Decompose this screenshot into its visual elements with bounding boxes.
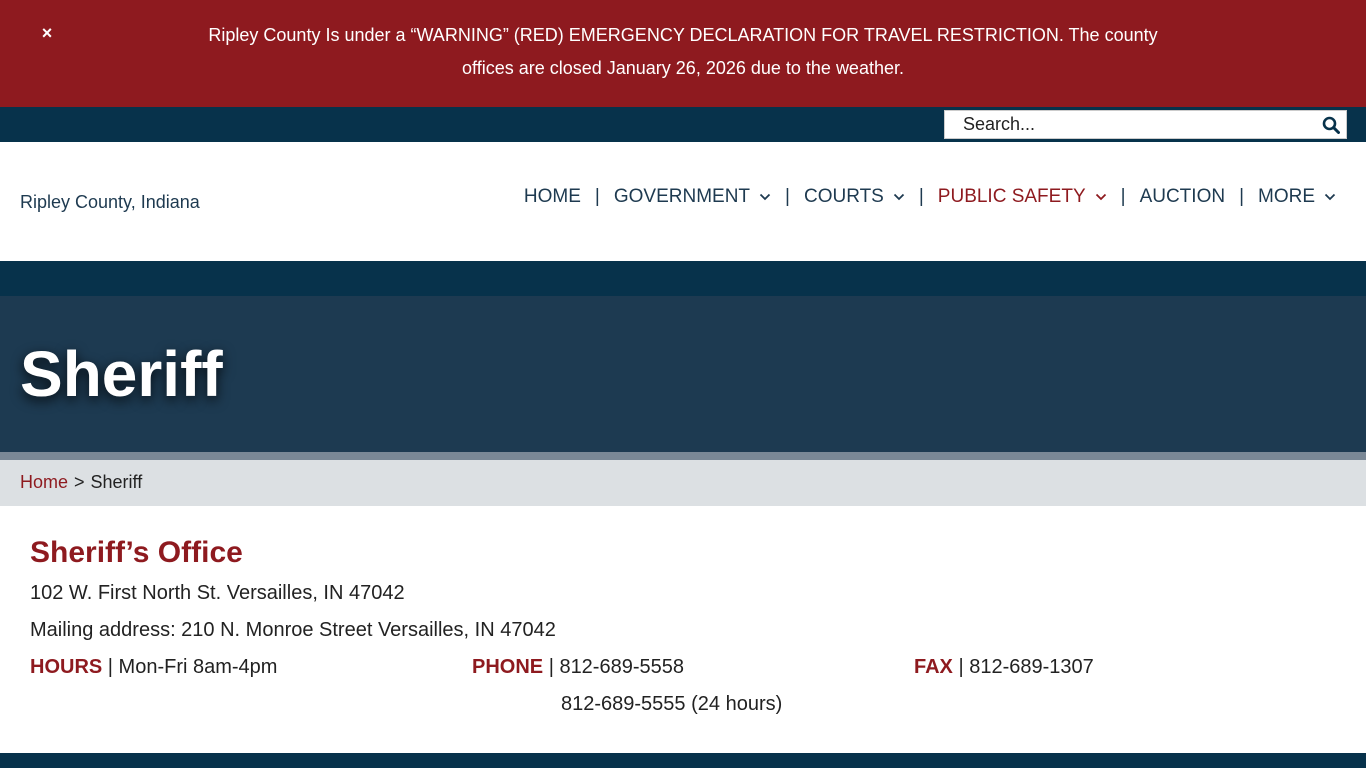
header-stripe <box>0 261 1366 296</box>
phone-label: PHONE <box>472 656 544 678</box>
nav-item-label: GOVERNMENT <box>613 186 751 207</box>
nav-item-label: PUBLIC SAFETY <box>937 186 1086 207</box>
nav-item-courts[interactable]: COURTS <box>804 186 905 208</box>
nav-item-government[interactable]: GOVERNMENT <box>614 186 771 208</box>
logo-alt-text: Ripley County, Indiana <box>20 192 200 212</box>
footer-bar <box>0 753 1366 768</box>
nav-item-auction[interactable]: AUCTION <box>1140 186 1226 208</box>
search-icon[interactable] <box>1322 116 1340 134</box>
nav-separator: | <box>594 186 600 207</box>
office-heading: Sheriff’s Office <box>30 536 243 569</box>
page-title: Sheriff <box>20 338 223 410</box>
breadcrumb-separator: > <box>74 472 85 492</box>
nav-separator: | <box>1120 186 1126 207</box>
search-box <box>944 110 1347 139</box>
hours-label: HOURS <box>30 656 103 678</box>
fax-info: FAX | 812-689-1307 <box>914 656 1094 679</box>
phone-info: PHONE | 812-689-5558 <box>472 656 684 679</box>
phone-value-24h[interactable]: 812-689-5555 (24 hours) <box>561 693 782 716</box>
nav-item-label: AUCTION <box>1139 186 1226 207</box>
nav-item-more[interactable]: MORE <box>1258 186 1336 208</box>
nav-item-public-safety[interactable]: PUBLIC SAFETY <box>938 186 1107 208</box>
breadcrumb-home-link[interactable]: Home <box>20 472 68 492</box>
fax-value: | 812-689-1307 <box>958 656 1094 678</box>
office-address: 102 W. First North St. Versailles, IN 47… <box>30 582 405 604</box>
nav-item-label: MORE <box>1258 186 1315 207</box>
hours-info: HOURS | Mon-Fri 8am-4pm <box>30 656 277 679</box>
site-logo[interactable]: Ripley County, Indiana <box>20 192 200 213</box>
nav-item-label: HOME <box>523 186 581 207</box>
breadcrumb-current: Sheriff <box>90 472 143 492</box>
search-input[interactable] <box>945 111 1305 138</box>
page-hero: Sheriff <box>0 296 1366 452</box>
emergency-alert-bar: × Ripley County Is under a “WARNING” (RE… <box>0 0 1366 107</box>
hours-value: | Mon-Fri 8am-4pm <box>107 656 278 678</box>
nav-item-label: COURTS <box>803 186 884 207</box>
alert-message: Ripley County Is under a “WARNING” (RED)… <box>208 25 1158 78</box>
chevron-down-icon <box>759 193 771 201</box>
close-alert-button[interactable]: × <box>37 22 57 44</box>
fax-label: FAX <box>914 656 953 678</box>
nav-item-home[interactable]: HOME <box>524 186 581 208</box>
hero-divider <box>0 452 1366 460</box>
top-utility-bar <box>0 107 1366 142</box>
mailing-address: Mailing address: 210 N. Monroe Street Ve… <box>30 619 556 641</box>
nav-separator: | <box>785 186 790 207</box>
phone-value[interactable]: | 812-689-5558 <box>549 656 684 678</box>
nav-separator: | <box>1239 186 1244 207</box>
main-navigation: HOME | GOVERNMENT | COURTS | PUBLIC SAFE… <box>524 184 1336 210</box>
chevron-down-icon <box>893 193 904 201</box>
chevron-down-icon <box>1324 193 1336 201</box>
chevron-down-icon <box>1095 193 1106 201</box>
breadcrumb: Home > Sheriff <box>0 460 1366 506</box>
nav-separator: | <box>918 186 924 207</box>
site-header: Ripley County, Indiana HOME | GOVERNMENT… <box>0 142 1366 261</box>
